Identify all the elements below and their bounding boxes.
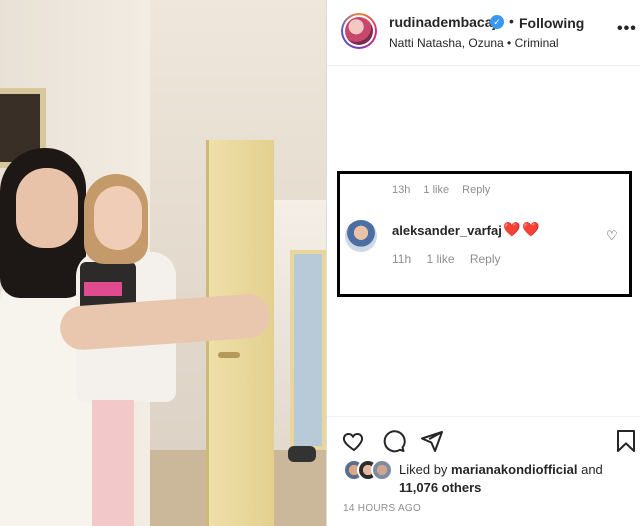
- comment-text: ❤️❤️: [503, 221, 542, 237]
- liked-by-prefix: Liked by: [399, 462, 448, 477]
- background-hall-door: [290, 250, 326, 450]
- comment-likes[interactable]: 1 like: [423, 184, 449, 196]
- author-avatar-image: [345, 17, 373, 45]
- more-options-icon[interactable]: •••: [617, 20, 637, 38]
- reply-button[interactable]: Reply: [470, 252, 501, 266]
- post-side-panel: rudinadembacaj ✓ • Following Natti Natas…: [326, 0, 640, 526]
- liker-avatar: [371, 459, 393, 481]
- comment-time: 11h: [392, 252, 412, 266]
- verified-badge-icon: ✓: [490, 15, 504, 29]
- author-avatar[interactable]: [341, 13, 377, 49]
- reply-button[interactable]: Reply: [462, 184, 490, 196]
- heart-icon[interactable]: [341, 429, 367, 455]
- post-timestamp[interactable]: 14 HOURS AGO: [343, 503, 421, 514]
- door-handle: [218, 352, 240, 358]
- commenter-username[interactable]: aleksander_varfaj: [392, 223, 502, 238]
- child-legs: [92, 400, 134, 526]
- post-header: rudinadembacaj ✓ • Following Natti Natas…: [327, 0, 640, 66]
- post-actions: Liked by marianakondiofficial and 11,076…: [327, 416, 640, 526]
- comment-bubble-icon[interactable]: [381, 429, 407, 455]
- small-heart-icon[interactable]: ♡: [606, 228, 618, 244]
- child-face: [94, 186, 142, 250]
- comment-likes[interactable]: 1 like: [426, 252, 454, 266]
- bookmark-icon[interactable]: [613, 429, 639, 455]
- follow-separator: •: [509, 13, 514, 29]
- author-username[interactable]: rudinadembacaj: [389, 14, 496, 30]
- woman-face: [16, 168, 78, 248]
- paper-plane-icon[interactable]: [419, 429, 445, 455]
- music-attribution[interactable]: Natti Natasha, Ozuna • Criminal: [389, 36, 559, 50]
- background-shoes: [288, 446, 316, 462]
- liked-by-others[interactable]: 11,076 others: [399, 480, 481, 495]
- liked-by-text: Liked by marianakondiofficial and 11,076…: [399, 461, 635, 497]
- comments-section: 13h 1 like Reply aleksander_varfaj ❤️❤️ …: [327, 66, 640, 416]
- liker-avatars[interactable]: [343, 459, 397, 483]
- comment-meta: 11h 1 like Reply: [392, 252, 513, 266]
- commenter-avatar[interactable]: [345, 220, 377, 252]
- post-media-video[interactable]: [0, 0, 326, 526]
- previous-comment-meta: 13h 1 like Reply: [392, 184, 500, 196]
- child-shirt-print-accent: [84, 282, 122, 296]
- following-button[interactable]: Following: [519, 15, 584, 31]
- comment-time: 13h: [392, 184, 411, 196]
- liked-by-user[interactable]: marianakondiofficial: [451, 462, 577, 477]
- liked-by-conjunction: and: [581, 462, 603, 477]
